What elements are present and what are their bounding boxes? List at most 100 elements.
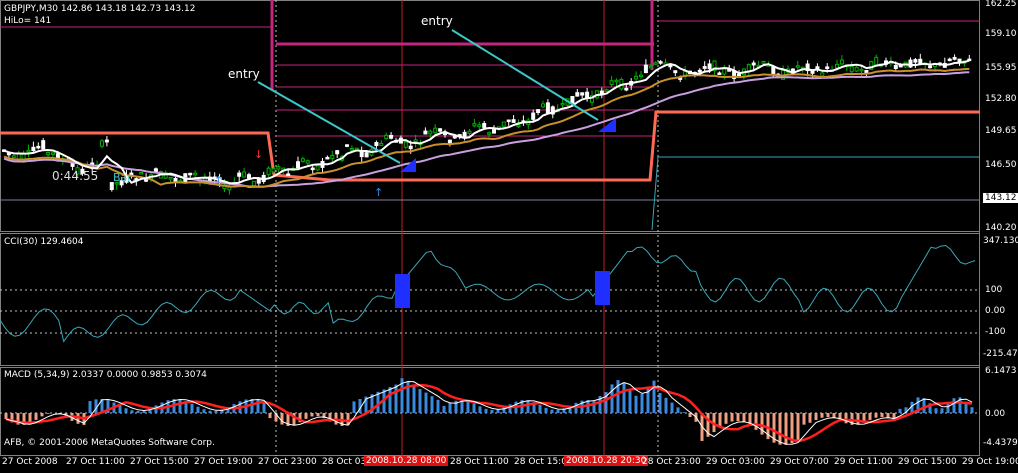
macd-histogram-bar (491, 410, 494, 413)
candle-body (625, 88, 628, 90)
candle-body (365, 153, 368, 157)
candle-body (610, 81, 613, 85)
cci-axis-label: -100 (985, 327, 1005, 337)
macd-histogram-bar (611, 384, 614, 413)
candle-body (301, 159, 304, 162)
macd-histogram-bar (671, 403, 674, 413)
macd-histogram-bar (779, 413, 782, 445)
candle-body (105, 140, 108, 142)
candle-body (615, 80, 618, 82)
candle-body (640, 75, 643, 77)
cyan-level (652, 157, 658, 230)
candle-body (796, 66, 799, 68)
chart-window[interactable]: ↓↑↑ GBPJPY,M30 142.86 143.18 142.73 143.… (0, 0, 1018, 470)
bar-timer: 0:44:55 (52, 169, 98, 183)
bar-label: Bar: (113, 171, 135, 184)
copyright-text: AFB, © 2001-2006 MetaQuotes Software Cor… (4, 438, 215, 448)
macd-histogram-bar (479, 406, 482, 413)
macd-histogram-bar (389, 387, 392, 413)
candle-body (316, 166, 319, 170)
candle-body (644, 65, 647, 72)
candle-body (703, 67, 706, 69)
candle-body (287, 174, 290, 176)
candle-body (22, 154, 25, 159)
time-axis-label-highlight: 2008.10.28 20:30 (564, 456, 648, 466)
candle-body (821, 73, 824, 76)
candle-body (228, 187, 231, 190)
macd-histogram-bar (281, 413, 284, 425)
macd-histogram-bar (209, 411, 212, 413)
candle-body (752, 63, 755, 65)
macd-histogram-bar (125, 408, 128, 413)
candle-body (414, 140, 417, 142)
macd-histogram-bar (215, 411, 218, 413)
candle-body (826, 67, 829, 69)
cci-axis-label: 100 (985, 285, 1002, 295)
macd-histogram-bar (443, 406, 446, 413)
macd-histogram-bar (953, 398, 956, 413)
macd-histogram-bar (737, 413, 740, 421)
macd-histogram-bar (725, 413, 728, 424)
macd-histogram-bar (935, 408, 938, 413)
macd-histogram-bar (683, 412, 686, 413)
macd-histogram-bar (203, 409, 206, 413)
macd-histogram-bar (89, 401, 92, 413)
macd-histogram-bar (659, 393, 662, 413)
symbol-info: GBPJPY,M30 142.86 143.18 142.73 143.12 (4, 4, 195, 14)
macd-histogram-bar (743, 413, 746, 422)
candle-body (708, 64, 711, 69)
candle-body (336, 151, 339, 154)
candle-body (47, 152, 50, 154)
candle-body (953, 57, 956, 59)
chart-canvas[interactable]: ↓↑↑ (0, 0, 1018, 470)
candle-body (42, 141, 45, 149)
cci-entry-marker (595, 271, 610, 305)
time-axis-label: 29 Oct 07:00 (770, 457, 829, 467)
macd-axis-label: 0.00 (985, 409, 1005, 419)
candle-body (517, 125, 520, 127)
candle-body (463, 132, 466, 137)
main-pane-frame (1, 1, 980, 232)
macd-histogram-bar (941, 408, 944, 413)
candle-body (154, 169, 157, 172)
macd-histogram-bar (317, 413, 320, 416)
macd-histogram-bar (623, 383, 626, 413)
macd-histogram-bar (815, 413, 818, 420)
candle-body (914, 60, 917, 62)
price-axis-label: 149.65 (985, 126, 1017, 136)
candle-body (649, 66, 652, 68)
candle-body (635, 76, 638, 79)
macd-histogram-bar (311, 413, 314, 416)
candle-body (27, 150, 30, 152)
candle-body (468, 131, 471, 133)
candle-body (929, 66, 932, 68)
candle-body (346, 145, 349, 147)
macd-title: MACD (5,34,9) 2.0337 0.0000 0.9853 0.307… (4, 370, 207, 380)
macd-histogram-bar (731, 413, 734, 422)
entry-label: entry (421, 14, 453, 28)
candle-body (409, 146, 412, 148)
macd-histogram-bar (821, 413, 824, 418)
cci-axis-label: 0.00 (985, 306, 1005, 316)
time-axis-label: 27 Oct 2008 (2, 457, 58, 467)
candle-body (600, 91, 603, 94)
macd-histogram-bar (437, 400, 440, 413)
macd-histogram-bar (881, 413, 884, 417)
candle-body (473, 124, 476, 126)
candle-body (537, 110, 540, 113)
candle-body (948, 59, 951, 61)
time-axis-label: 29 Oct 15:00 (898, 457, 957, 467)
macd-histogram-bar (803, 413, 806, 425)
macd-histogram-bar (47, 413, 50, 414)
macd-histogram-bar (131, 410, 134, 413)
candle-body (326, 157, 329, 159)
candle-body (546, 103, 549, 113)
hilo-line (0, 112, 980, 180)
cci-entry-marker (395, 274, 410, 308)
macd-histogram-bar (845, 413, 848, 423)
candle-body (434, 128, 437, 133)
candle-body (561, 103, 564, 105)
price-axis-label: 146.50 (985, 160, 1017, 170)
macd-histogram-bar (509, 404, 512, 413)
macd-histogram-bar (197, 407, 200, 413)
